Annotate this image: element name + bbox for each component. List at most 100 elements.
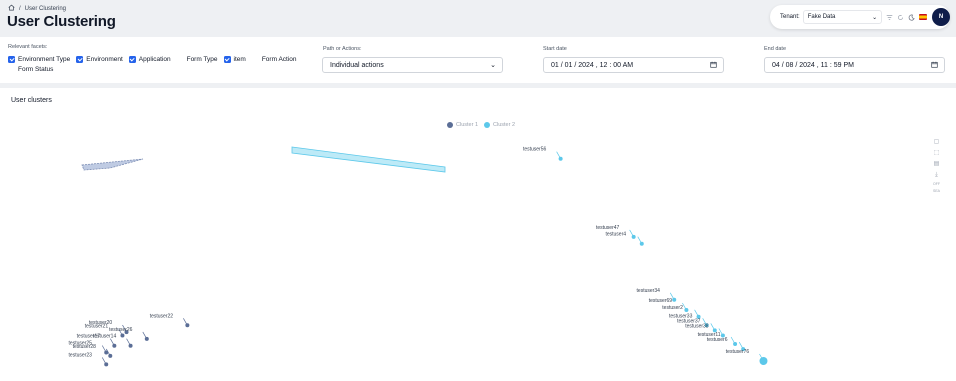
facet-item[interactable]: item [223,56,246,63]
point-label: testuser2 [662,305,683,311]
cluster-panel: testuser22 testuser20 testuser21 testuser26… [0,88,956,381]
data-point[interactable] [759,357,768,365]
point-label: testuser21 [85,324,109,330]
end-date-input[interactable]: 04 / 08 / 2024 , 11 : 59 PM [764,57,945,73]
point-label: testuser34 [637,288,661,294]
chart-legend: Cluster 1 Cluster 2 [447,122,521,128]
tenant-label: Tenant: [780,14,800,20]
data-point[interactable] [672,297,677,302]
point-label: testuser76 [726,349,750,355]
chevron-down-icon: ⌄ [490,62,496,69]
data-point[interactable] [108,353,113,358]
avatar[interactable]: N [932,8,950,26]
data-point[interactable] [631,234,636,239]
facet-label: Application [138,56,171,63]
data-point[interactable] [733,342,738,346]
point-label: testuser38 [685,324,709,330]
facet-label: item [233,56,246,63]
facet-label: Environment Type [18,56,71,63]
facet-label: Form Action [261,56,297,63]
chart-toolbox: ▢ ⬚ ▤ ⤓ OFF SEA [933,138,940,193]
cluster1-region [81,158,144,171]
end-date-label: End date [764,46,787,52]
start-date-input[interactable]: 01 / 01 / 2024 , 12 : 00 AM [543,57,724,73]
checkbox[interactable] [8,66,15,73]
flag-es-icon[interactable] [919,14,928,20]
facet-row-2: Form Status [8,66,59,73]
calendar-icon[interactable] [931,61,938,70]
page-title: User Clustering [7,13,116,30]
start-date-value: 01 / 01 / 2024 , 12 : 00 AM [551,61,634,69]
facet-label: Form Type [186,56,218,63]
point-label: testuser4 [605,232,626,238]
facet-application[interactable]: Application [128,56,171,63]
facet-label: Form Status [18,66,54,73]
facet-form-action[interactable]: Form Action [252,56,297,63]
point-label: testuser6 [707,337,728,343]
data-point[interactable] [558,156,563,161]
start-date-label: Start date [543,46,567,52]
breadcrumb: / User Clustering [8,4,66,13]
data-point[interactable] [112,343,117,348]
legend-dot [447,122,453,128]
checkbox[interactable] [8,56,15,63]
data-point[interactable] [120,333,125,338]
cluster-scatter-chart[interactable]: testuser22testuser20testuser21testuser26… [0,88,956,381]
data-point[interactable] [639,241,644,246]
filters-panel: Relevant facets: Environment Type Enviro… [0,37,956,83]
legend-label: Cluster 1 [456,122,479,128]
facet-environment[interactable]: Environment [76,56,123,63]
home-icon[interactable] [8,4,15,13]
facet-label: Environment [86,56,123,63]
toolbox-sea-label[interactable]: SEA [933,189,940,193]
tenant-bar: Tenant: Fake Data ⌄ N [770,5,950,29]
download-icon[interactable]: ⤓ [935,171,938,179]
checkbox[interactable] [223,56,231,63]
breadcrumb-current: User Clustering [24,5,67,12]
point-label: testuser47 [596,225,620,231]
legend-label: Cluster 2 [493,122,516,128]
point-label: testuser14 [93,334,117,340]
chevron-down-icon: ⌄ [872,15,878,21]
legend-item-cluster2[interactable]: Cluster 2 [484,122,515,128]
data-point[interactable] [144,336,149,341]
point-label: testuser69 [649,298,673,304]
calendar-icon[interactable] [710,61,717,70]
point-label: testuser56 [523,147,547,153]
data-point[interactable] [684,308,689,312]
data-point[interactable] [128,343,133,348]
filter-icon[interactable] [886,14,893,21]
facet-form-status[interactable]: Form Status [8,66,53,73]
breadcrumb-separator: / [19,5,21,12]
point-label: testuser22 [150,313,174,319]
path-value: Individual actions [330,61,384,69]
end-date-value: 04 / 08 / 2024 , 11 : 59 PM [772,61,854,69]
refresh-icon[interactable] [897,14,904,21]
data-point[interactable] [104,362,109,367]
facet-environment-type[interactable]: Environment Type [8,56,70,63]
rect-select-icon[interactable]: ▢ [934,138,940,146]
data-point[interactable] [185,323,190,328]
point-label: testuser26 [109,327,133,333]
toolbox-off-label[interactable]: OFF [933,182,940,186]
point-label: testuser28 [73,344,97,350]
cluster2-region [291,146,446,173]
checkbox[interactable] [128,56,136,63]
facet-form-type[interactable]: Form Type [177,56,218,63]
facet-row-1: Environment Type Environment Application… [8,56,303,63]
checkbox[interactable] [177,56,184,63]
panel-title: User clusters [11,97,52,104]
data-view-icon[interactable]: ▤ [934,160,940,168]
polygon-select-icon[interactable]: ⬚ [934,149,940,157]
legend-item-cluster1[interactable]: Cluster 1 [447,122,478,128]
facets-label: Relevant facets: [8,44,48,50]
checkbox[interactable] [252,56,259,63]
tenant-select[interactable]: Fake Data ⌄ [802,10,883,24]
path-label: Path or Actions: [323,46,362,52]
checkbox[interactable] [76,56,84,63]
tenant-value: Fake Data [807,14,836,20]
legend-dot [484,122,491,128]
moon-icon[interactable] [908,14,915,21]
path-select[interactable]: Individual actions ⌄ [322,57,503,73]
point-label: testuser23 [69,352,93,358]
